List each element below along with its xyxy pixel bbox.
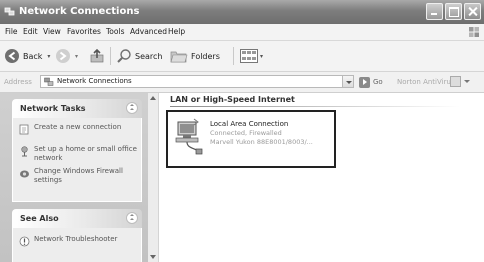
menu-tools[interactable]: Tools bbox=[106, 24, 124, 40]
views-icon bbox=[240, 49, 258, 63]
menu-advanced[interactable]: Advanced bbox=[130, 24, 167, 40]
task-change-firewall-settings[interactable]: Change Windows Firewall settings bbox=[13, 167, 141, 189]
collapse-chevron-icon[interactable] bbox=[126, 212, 138, 224]
group-heading: LAN or High-Speed Internet bbox=[170, 95, 295, 104]
network-connections-icon bbox=[4, 7, 15, 16]
firewall-icon bbox=[20, 170, 29, 178]
task-setup-home-network[interactable]: Set up a home or small office network bbox=[13, 145, 141, 167]
lan-connection-icon bbox=[175, 118, 203, 155]
forward-dropdown-icon[interactable]: ▾ bbox=[75, 53, 78, 60]
task-pane: Network Tasks Create a new connection Se… bbox=[0, 93, 148, 262]
toolbar-separator bbox=[233, 47, 234, 65]
network-tasks-title: Network Tasks bbox=[20, 104, 86, 113]
back-dropdown-icon[interactable]: ▾ bbox=[47, 53, 50, 60]
task-label: Change Windows Firewall settings bbox=[34, 167, 123, 184]
norton-antivirus-label[interactable]: Norton AntiVirus bbox=[397, 72, 455, 92]
title-bar[interactable]: Network Connections bbox=[0, 0, 484, 24]
network-tasks-header[interactable]: Network Tasks bbox=[12, 99, 142, 118]
folders-label: Folders bbox=[191, 51, 220, 61]
network-tasks-panel: Network Tasks Create a new connection Se… bbox=[12, 99, 142, 202]
menu-edit[interactable]: Edit bbox=[23, 24, 38, 40]
views-dropdown-icon: ▾ bbox=[260, 52, 264, 60]
back-arrow-icon bbox=[5, 49, 19, 63]
menu-bar: File Edit View Favorites Tools Advanced … bbox=[0, 24, 484, 41]
go-label: Go bbox=[373, 78, 383, 86]
address-dropdown-button[interactable] bbox=[342, 75, 354, 88]
connection-name: Local Area Connection bbox=[210, 120, 289, 128]
maximize-button[interactable] bbox=[445, 3, 462, 20]
back-label: Back bbox=[23, 51, 43, 61]
menu-help[interactable]: Help bbox=[168, 24, 185, 40]
see-also-header[interactable]: See Also bbox=[12, 209, 142, 228]
standard-toolbar: Back ▾ ▾ Search Folders ▾ bbox=[0, 41, 484, 72]
collapse-chevron-icon[interactable] bbox=[126, 102, 138, 114]
network-connections-window: Network Connections File Edit View Favor… bbox=[0, 0, 484, 262]
scroll-down-arrow-icon[interactable] bbox=[150, 255, 156, 259]
local-area-connection-item[interactable]: Local Area Connection Connected, Firewal… bbox=[166, 110, 336, 168]
norton-dropdown-icon[interactable] bbox=[464, 80, 470, 83]
up-folder-icon bbox=[90, 48, 104, 63]
address-value: Network Connections bbox=[57, 77, 132, 85]
connections-list: LAN or High-Speed Internet Local Area Co… bbox=[148, 93, 484, 262]
go-arrow-icon bbox=[359, 76, 370, 88]
see-also-title: See Also bbox=[20, 214, 59, 223]
windows-logo-icon bbox=[469, 27, 479, 37]
network-connections-icon bbox=[44, 77, 54, 86]
address-bar: Address Network Connections Go Norton An… bbox=[0, 72, 484, 93]
forward-button[interactable]: ▾ bbox=[55, 41, 78, 71]
connection-status: Connected, Firewalled bbox=[210, 129, 282, 137]
folders-icon bbox=[170, 51, 188, 63]
connection-device: Marvell Yukon 88E8001/8003/... bbox=[210, 138, 313, 146]
see-also-panel: See Also Network Troubleshooter bbox=[12, 209, 142, 262]
go-button[interactable]: Go bbox=[359, 75, 383, 89]
back-button[interactable]: Back ▾ bbox=[4, 41, 50, 71]
home-network-icon bbox=[21, 146, 28, 157]
minimize-button[interactable] bbox=[426, 3, 443, 20]
task-label: Set up a home or small office network bbox=[34, 145, 137, 162]
close-button[interactable] bbox=[464, 3, 481, 20]
folders-button[interactable]: Folders bbox=[170, 41, 220, 71]
search-button[interactable]: Search bbox=[116, 41, 162, 71]
new-connection-icon bbox=[19, 124, 29, 135]
scroll-up-arrow-icon[interactable] bbox=[150, 96, 156, 100]
window-controls bbox=[426, 3, 481, 20]
toolbar-separator bbox=[110, 47, 111, 65]
menu-view[interactable]: View bbox=[43, 24, 61, 40]
task-create-new-connection[interactable]: Create a new connection bbox=[13, 123, 141, 145]
network-tasks-body: Create a new connection Set up a home or… bbox=[12, 118, 142, 202]
see-also-body: Network Troubleshooter bbox=[12, 228, 142, 262]
forward-arrow-icon bbox=[56, 49, 70, 63]
up-folder-button[interactable] bbox=[89, 41, 105, 71]
views-button[interactable]: ▾ bbox=[240, 41, 263, 71]
task-label: Network Troubleshooter bbox=[34, 235, 118, 243]
norton-antivirus-icon[interactable] bbox=[450, 76, 461, 87]
address-field[interactable]: Network Connections bbox=[40, 75, 354, 88]
troubleshooter-icon bbox=[19, 236, 30, 247]
menu-file[interactable]: File bbox=[5, 24, 18, 40]
address-label: Address bbox=[4, 78, 32, 86]
window-title: Network Connections bbox=[19, 6, 140, 17]
task-network-troubleshooter[interactable]: Network Troubleshooter bbox=[13, 235, 141, 257]
vertical-scrollbar[interactable] bbox=[148, 93, 159, 262]
group-divider bbox=[170, 106, 460, 107]
menu-favorites[interactable]: Favorites bbox=[67, 24, 101, 40]
search-icon bbox=[117, 49, 131, 63]
search-label: Search bbox=[135, 51, 163, 61]
task-label: Create a new connection bbox=[34, 123, 122, 131]
